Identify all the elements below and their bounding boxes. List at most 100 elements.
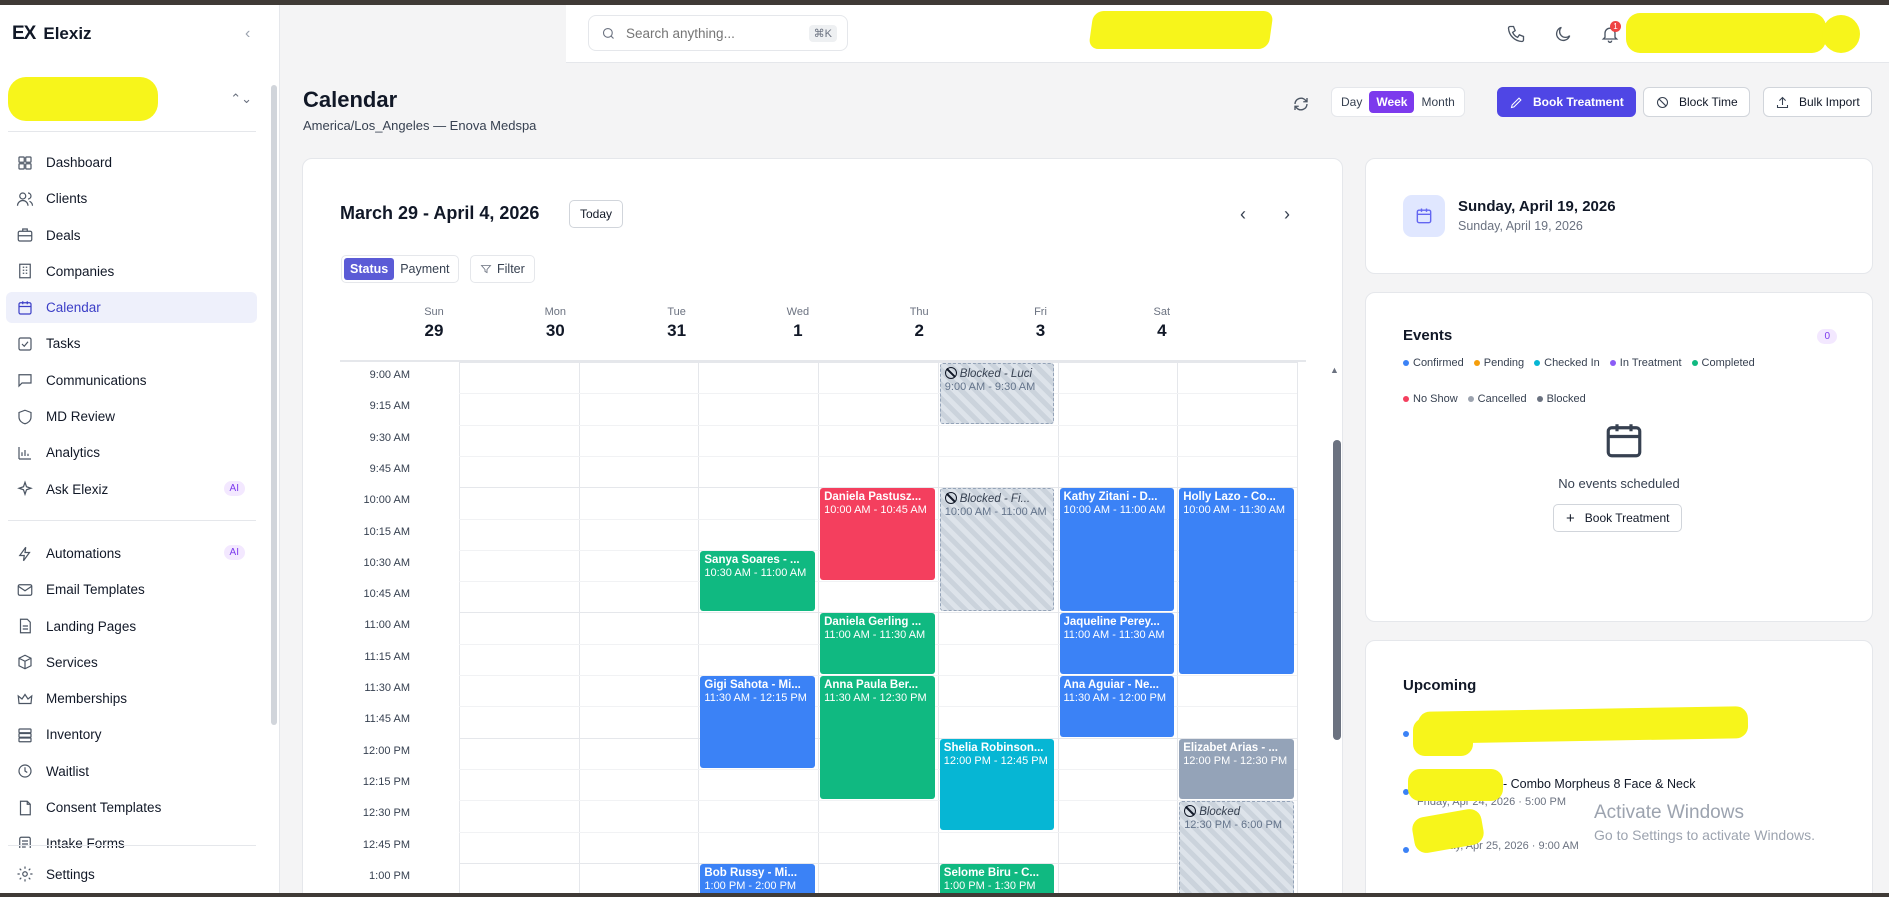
calendar-scrollbar[interactable] [1333, 440, 1341, 740]
avatar[interactable] [1822, 15, 1860, 53]
sidebar-item-analytics[interactable]: Analytics [6, 437, 257, 468]
day-name: Fri [1034, 306, 1047, 318]
mode-payment-button[interactable]: Payment [394, 258, 455, 280]
sidebar-item-label: Companies [46, 263, 115, 279]
search-box[interactable]: ⌘K [588, 15, 848, 51]
sidebar-item-settings[interactable]: Settings [16, 865, 95, 883]
phone-icon[interactable] [1506, 24, 1526, 44]
time-gridline [459, 393, 1297, 395]
taskbar-edge [0, 893, 1889, 897]
appointment-title: Gigi Sahota - Mi... [704, 679, 801, 691]
next-week-icon[interactable]: › [1284, 204, 1290, 225]
prev-week-icon[interactable]: ‹ [1240, 204, 1246, 225]
sidebar-item-memberships[interactable]: Memberships [6, 683, 257, 714]
checkbox-icon [16, 335, 34, 353]
day-header-wed[interactable]: Wed 1 [748, 306, 848, 341]
sidebar-item-dashboard[interactable]: Dashboard [6, 147, 257, 178]
appointment-block[interactable]: Kathy Zitani - D... 10:00 AM - 11:00 AM [1059, 488, 1175, 612]
sidebar-item-ask-elexiz[interactable]: Ask Elexiz AI [6, 474, 257, 505]
day-name: Sun [424, 306, 444, 318]
bulk-import-button[interactable]: Bulk Import [1763, 87, 1872, 117]
time-label: 9:45 AM [369, 462, 410, 475]
sidebar-item-tasks[interactable]: Tasks [6, 328, 257, 359]
sidebar-scrollbar[interactable] [271, 85, 277, 725]
status-dot [1403, 847, 1409, 853]
moon-icon[interactable] [1553, 24, 1573, 44]
day-column-divider [1296, 362, 1298, 897]
brand[interactable]: EX Elexiz [12, 23, 92, 45]
building-icon [16, 262, 34, 280]
sidebar-item-label: Dashboard [46, 155, 113, 170]
legend-dot [1403, 396, 1409, 402]
ai-badge: AI [223, 480, 245, 496]
events-title: Events [1403, 327, 1453, 344]
blocked-time-block[interactable]: Blocked 12:30 PM - 6:00 PM [1179, 801, 1294, 897]
sidebar-item-waitlist[interactable]: Waitlist [6, 756, 257, 787]
appointment-block[interactable]: Anna Paula Ber... 11:30 AM - 12:30 PM [820, 676, 935, 800]
appointment-block[interactable]: Ana Aguiar - Ne... 11:30 AM - 12:00 PM [1059, 676, 1175, 737]
appointment-time: 10:00 AM - 11:00 AM [944, 506, 1047, 519]
time-gridline [459, 362, 1297, 363]
sidebar-item-label: Tasks [46, 336, 81, 352]
appointment-block[interactable]: Gigi Sahota - Mi... 11:30 AM - 12:15 PM [700, 676, 816, 768]
sidebar-item-calendar[interactable]: Calendar [6, 292, 257, 324]
appointment-block[interactable]: Jaqueline Perey... 11:00 AM - 11:30 AM [1059, 613, 1175, 674]
selected-date-title: Sunday, April 19, 2026 [1458, 198, 1616, 215]
organization-switcher[interactable]: ⌃⌄ [8, 75, 256, 123]
sidebar-item-services[interactable]: Services [6, 647, 257, 678]
appointment-block[interactable]: Daniela Gerling ... 11:00 AM - 11:30 AM [820, 613, 935, 674]
appointment-block[interactable]: Shelia Robinson... 12:00 PM - 12:45 PM [939, 738, 1055, 831]
block-time-button[interactable]: Block Time [1643, 87, 1750, 117]
blocked-time-block[interactable]: Blocked - Fi... 10:00 AM - 11:00 AM [939, 488, 1055, 612]
day-name: Thu [909, 306, 929, 318]
sidebar-item-inventory[interactable]: Inventory [6, 719, 257, 750]
today-button[interactable]: Today [569, 200, 624, 228]
scroll-up-icon[interactable]: ▲ [1330, 365, 1339, 375]
day-header-tue[interactable]: Tue 31 [627, 306, 727, 341]
view-day-button[interactable]: Day [1334, 91, 1369, 113]
message-icon [16, 371, 34, 389]
sidebar-item-label: Inventory [46, 727, 102, 743]
day-header-sat[interactable]: Sat 4 [1112, 306, 1212, 341]
sidebar-item-automations[interactable]: Automations AI [6, 538, 257, 569]
view-switcher: Day Week Month [1331, 87, 1465, 117]
filter-button[interactable]: Filter [470, 255, 535, 283]
day-header-sun[interactable]: Sun 29 [384, 306, 484, 341]
sidebar-item-label: Memberships [46, 691, 128, 707]
sidebar-item-md-review[interactable]: MD Review [6, 401, 257, 432]
search-input[interactable] [626, 25, 796, 41]
blocked-time-block[interactable]: Blocked - Luci 9:00 AM - 9:30 AM [939, 363, 1055, 424]
appointment-block[interactable]: Sanya Soares - ... 10:30 AM - 11:00 AM [700, 550, 816, 612]
sidebar-item-deals[interactable]: Deals [6, 220, 257, 251]
sidebar-item-label: Communications [46, 372, 147, 388]
view-month-button[interactable]: Month [1414, 91, 1461, 113]
mail-icon [16, 581, 34, 599]
refresh-icon[interactable] [1292, 95, 1310, 113]
sidebar-item-label: Calendar [46, 300, 101, 316]
appointment-block[interactable]: Elizabet Arias - ... 12:00 PM - 12:30 PM [1179, 738, 1294, 800]
time-label: 11:00 AM [364, 619, 410, 632]
day-name: Mon [544, 306, 566, 318]
legend-dot [1691, 360, 1698, 366]
sidebar-item-clients[interactable]: Clients [6, 183, 257, 214]
day-header-fri[interactable]: Fri 3 [991, 306, 1091, 341]
collapse-sidebar-icon[interactable]: ‹ [245, 25, 250, 43]
empty-book-treatment-button[interactable]: + Book Treatment [1553, 504, 1683, 532]
legend-dot [1609, 360, 1616, 366]
appointment-time: 1:00 PM - 1:30 PM [943, 879, 1036, 892]
appointment-title: Daniela Gerling ... [824, 616, 922, 629]
view-week-button[interactable]: Week [1369, 91, 1415, 113]
sidebar-item-email-templates[interactable]: Email Templates [6, 574, 257, 605]
mode-status-button[interactable]: Status [344, 258, 395, 280]
sidebar-item-companies[interactable]: Companies [6, 256, 257, 287]
appointment-block[interactable]: Holly Lazo - Co... 10:00 AM - 11:30 AM [1179, 488, 1294, 674]
book-treatment-button[interactable]: Book Treatment [1497, 87, 1636, 117]
day-date: 30 [545, 321, 565, 340]
sidebar-item-label: Waitlist [46, 763, 89, 779]
day-header-mon[interactable]: Mon 30 [505, 306, 605, 341]
sidebar-item-landing-pages[interactable]: Landing Pages [6, 611, 257, 642]
sidebar-item-consent-templates[interactable]: Consent Templates [6, 792, 257, 823]
sidebar-item-communications[interactable]: Communications [6, 365, 257, 396]
appointment-block[interactable]: Daniela Pastusz... 10:00 AM - 10:45 AM [820, 488, 935, 581]
day-header-thu[interactable]: Thu 2 [869, 306, 969, 341]
